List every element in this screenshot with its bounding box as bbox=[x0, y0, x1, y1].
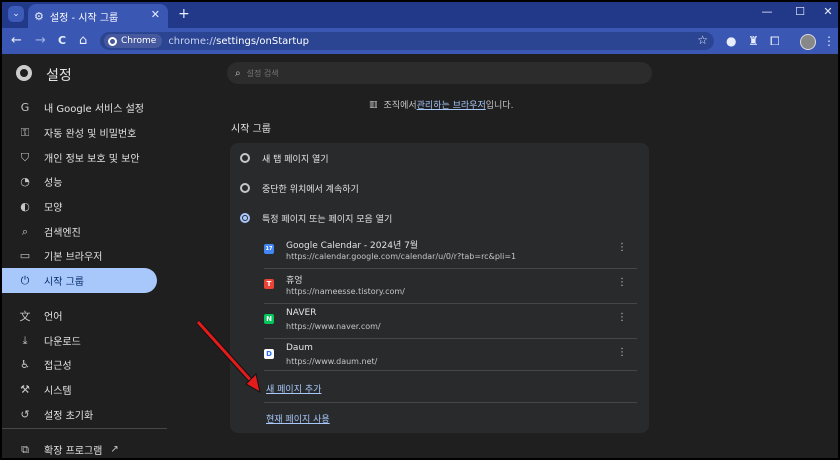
browser-window: ⌄ ⚙ 설정 - 시작 그룹 ✕ + — ☐ ✕ ← → C ⌂ Chrome … bbox=[0, 0, 840, 460]
red-arrow-annotation bbox=[196, 320, 261, 393]
